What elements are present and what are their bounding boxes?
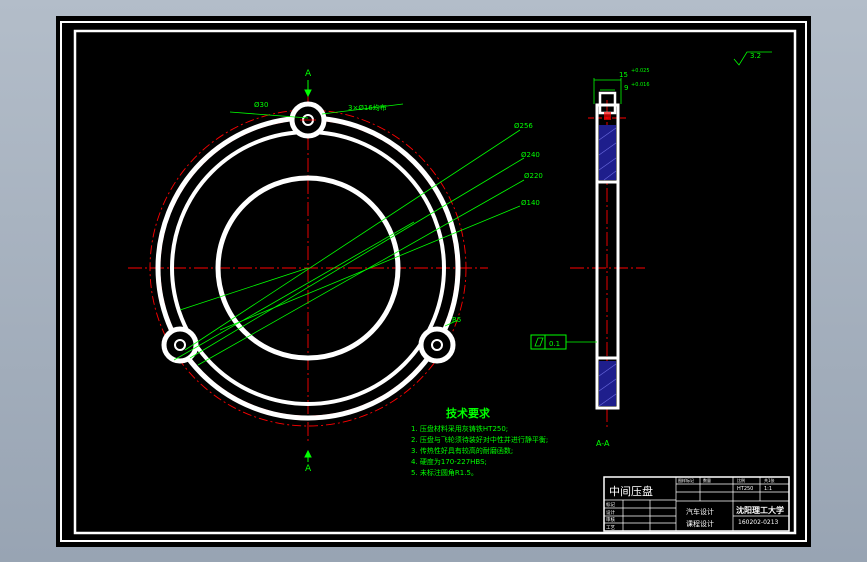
note-5: 5. 未标注圆角R1.5。 [411,468,478,477]
section-mark-bottom: A [305,464,312,474]
note-4: 4. 硬度为170-227HBS; [411,457,487,466]
roughness-value: 3.2 [750,52,761,60]
part-name: 中间压盘 [609,484,653,498]
row-label-2: 审核 [606,516,615,523]
tol-15: +0.025 [631,68,650,74]
drawing-number: 160202-0213 [738,519,779,526]
lug-right [418,326,456,364]
dim-240: Ø240 [521,151,540,159]
dim-140: Ø140 [521,199,540,207]
dim-256: Ø256 [514,122,533,130]
note-1: 1. 压盘材料采用灰铸铁HT250; [411,424,508,433]
dim-radius: R5 [452,316,461,324]
course-name: 汽车设计 [686,507,714,516]
col-label-1: 数量 [703,477,711,483]
flatness-value: 0.1 [549,340,560,348]
tol-9: +0.016 [631,82,650,88]
row-label-0: 标记 [606,501,615,508]
school-name: 沈阳理工大学 [736,505,784,515]
cad-viewport: A A A-A Ø30 3×Ø16均布 Ø256 Ø240 Ø220 Ø140 … [0,0,867,562]
row-label-1: 设计 [606,509,615,516]
dim-220: Ø220 [524,172,543,180]
row-label-3: 工艺 [606,525,615,531]
col-label-3: 共1张 [764,477,775,483]
note-3: 3. 传热性好具有较高的耐磨函数; [411,446,513,455]
scale: 1:1 [764,486,772,492]
cad-drawing: A A A-A Ø30 3×Ø16均布 Ø256 Ø240 Ø220 Ø140 … [56,16,811,547]
drawing-sheet [56,16,811,547]
dim-15: 15 [619,71,628,79]
lug-top [289,101,327,139]
section-hatch-top [599,125,616,180]
dim-hole: Ø30 [254,101,268,109]
col-label-0: 图样标记 [678,477,694,483]
section-hatch-bottom [599,361,616,406]
dim-bolt-holes: 3×Ø16均布 [348,103,387,112]
note-2: 2. 压盘与飞轮须待装好对中性并进行静平衡; [411,435,548,444]
section-view-label: A-A [596,439,610,448]
course-name-2: 课程设计 [686,519,714,528]
col-label-2: 比例 [737,477,745,483]
section-mark-top: A [305,69,312,79]
dim-9: 9 [624,84,628,92]
material: HT250 [737,486,753,492]
notes-title: 技术要求 [446,406,491,420]
